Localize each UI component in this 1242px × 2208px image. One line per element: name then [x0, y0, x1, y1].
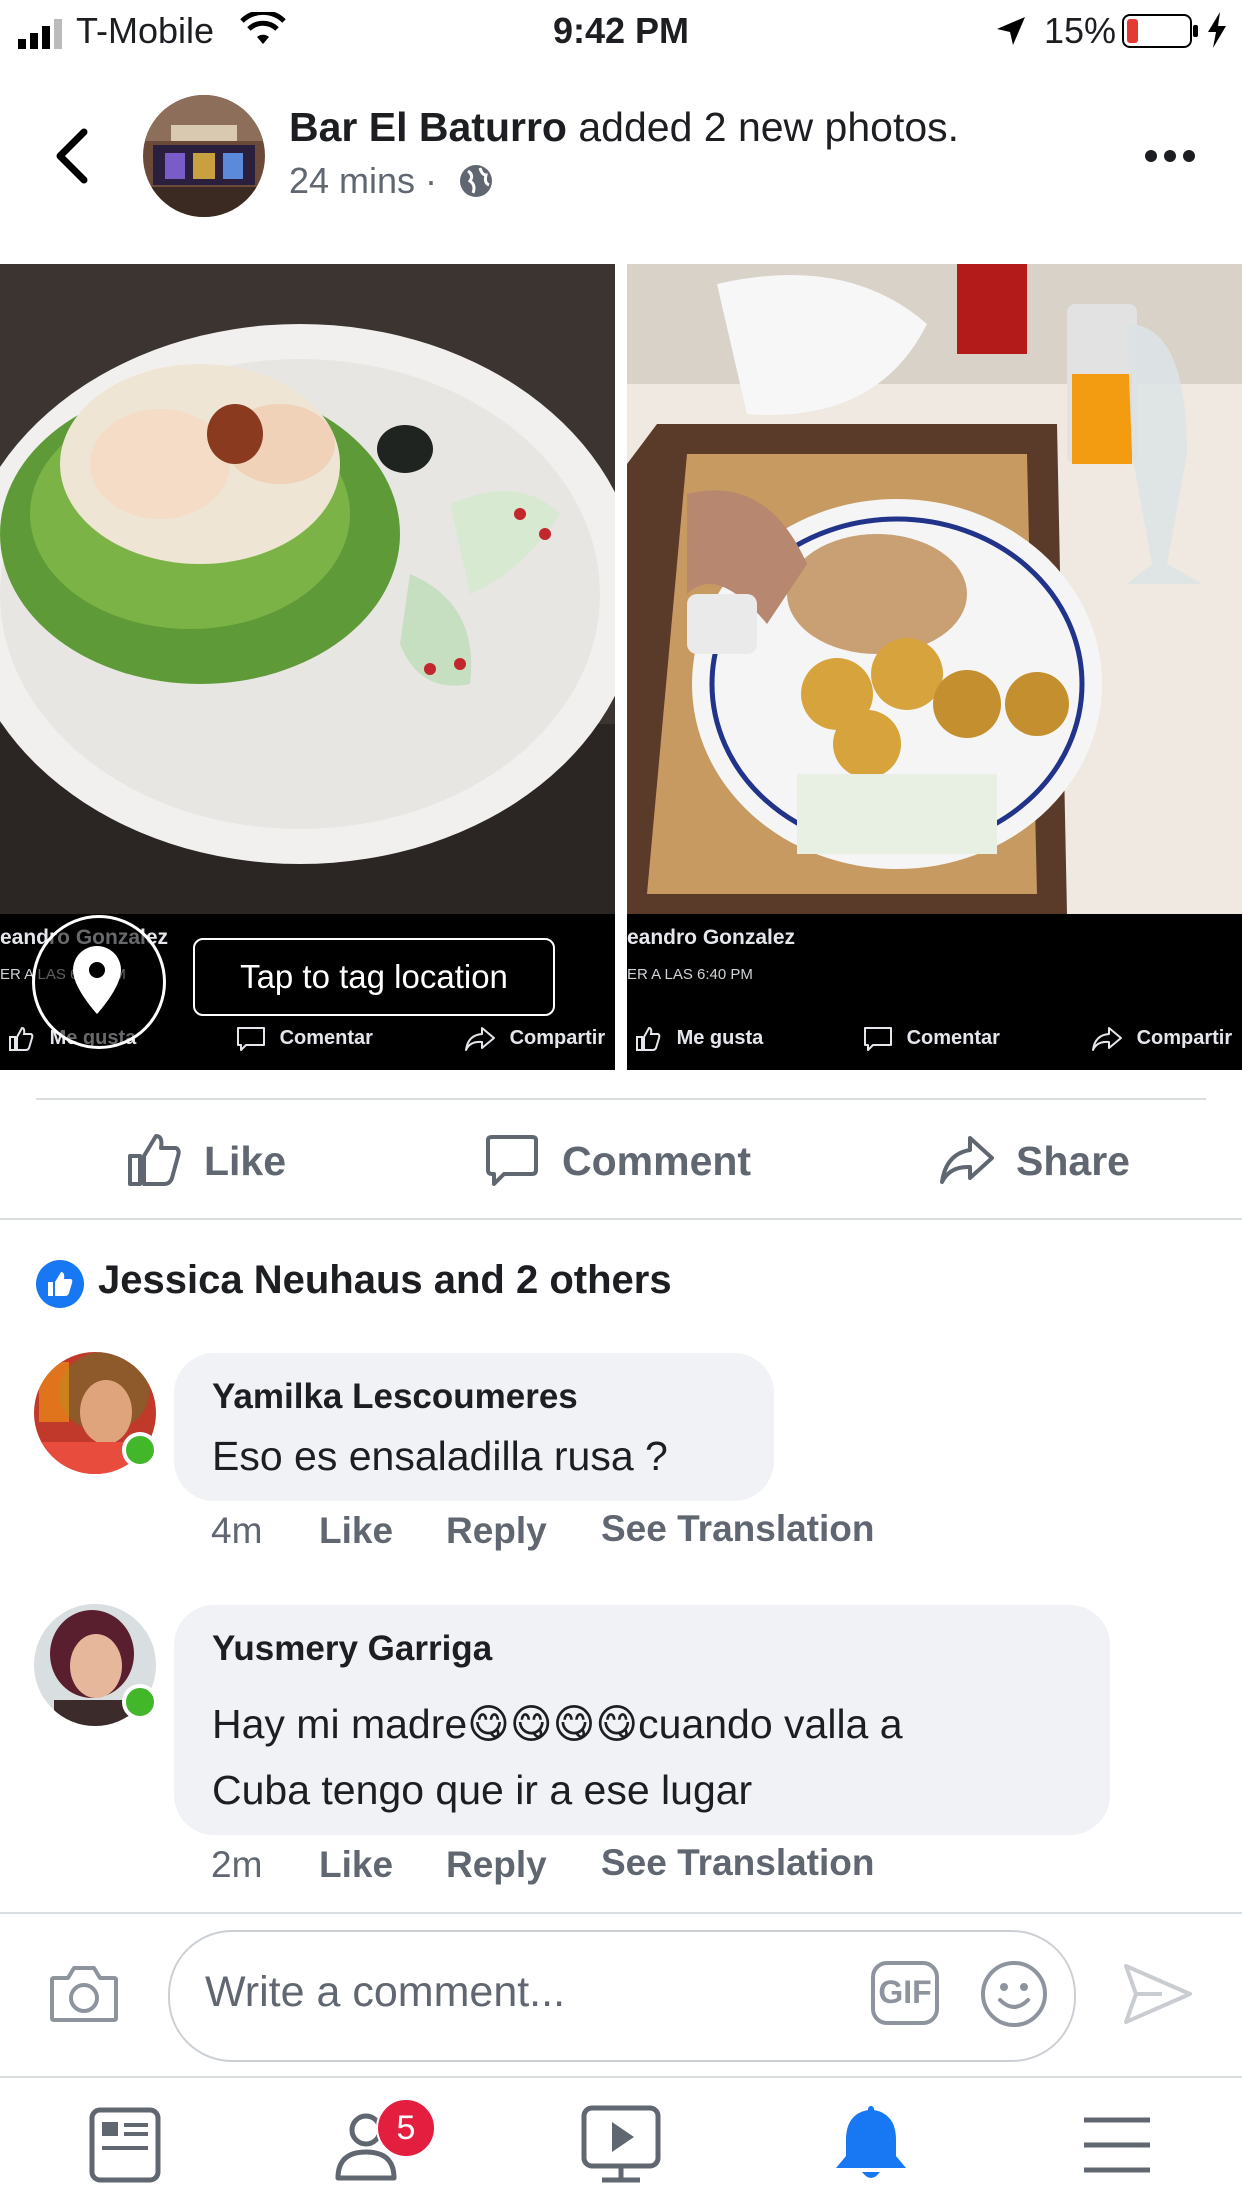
- comment-text-line: Cuba tengo que ir a ese lugar: [212, 1767, 753, 1813]
- share-arrow-icon: [1091, 1026, 1123, 1052]
- thumb-icon: [635, 1026, 661, 1052]
- photo-2-overlay-actions: Me gusta Comentar Compartir: [627, 1014, 1242, 1070]
- back-icon[interactable]: [50, 128, 92, 184]
- gif-label: GIF: [878, 1974, 932, 2010]
- photo-1-overlay-comment: Comentar: [236, 1026, 373, 1052]
- post-meta: 24 mins ·: [289, 160, 437, 202]
- post-action-text: added 2 new photos.: [578, 104, 960, 150]
- reactions-summary[interactable]: Jessica Neuhaus and 2 others: [98, 1258, 672, 1303]
- comment-input-placeholder: Write a comment...: [205, 1968, 566, 2016]
- divider-actions: [0, 1218, 1242, 1220]
- share-icon: [938, 1134, 996, 1186]
- thumb-icon: [8, 1026, 34, 1052]
- comment-bubble[interactable]: Yusmery Garriga Hay mi madre😋😋😋😋cuando v…: [174, 1605, 1110, 1835]
- photo-2-overlay-date: ER A LAS 6:40 PM: [627, 966, 753, 983]
- location-pin-icon: [69, 944, 125, 1016]
- online-indicator: [122, 1684, 158, 1720]
- like-reaction-icon: [36, 1260, 84, 1308]
- comment-button[interactable]: Comment: [484, 1130, 784, 1190]
- send-icon[interactable]: [1122, 1962, 1194, 2026]
- watch-icon[interactable]: [566, 2100, 676, 2190]
- see-translation-link[interactable]: See Translation: [601, 1842, 875, 1884]
- comment-text-line: Hay mi madre😋😋😋😋cuando valla a: [212, 1701, 903, 1747]
- globe-icon: [458, 163, 494, 199]
- share-arrow-icon: [464, 1026, 496, 1052]
- photo-2-overlay-name: eandro Gonzalez: [627, 926, 796, 949]
- news-feed-icon[interactable]: [70, 2100, 180, 2190]
- tag-location-button[interactable]: [32, 915, 166, 1049]
- photo-2-embedded-footer: eandro Gonzalez ER A LAS 6:40 PM Me gust…: [627, 914, 1242, 1070]
- location-arrow-icon: [995, 14, 1027, 46]
- page-avatar[interactable]: [143, 95, 265, 217]
- photo-2-overlay-like: Me gusta: [635, 1026, 763, 1052]
- photo-2-overlay-share: Compartir: [1091, 1026, 1232, 1052]
- share-button[interactable]: Share: [938, 1130, 1178, 1190]
- photo-1-overlay-share: Compartir: [464, 1026, 605, 1052]
- more-icon[interactable]: [1144, 148, 1196, 164]
- comment-time: 4m: [211, 1510, 263, 1551]
- charging-icon: [1206, 12, 1228, 48]
- like-icon: [126, 1132, 182, 1188]
- online-indicator: [122, 1432, 158, 1468]
- comment-bubble[interactable]: Yamilka Lescoumeres Eso es ensaladilla r…: [174, 1353, 774, 1501]
- comment-label: Comment: [562, 1138, 752, 1184]
- comment-reply-link[interactable]: Reply: [446, 1510, 547, 1552]
- page-name-link[interactable]: Bar El Baturro: [289, 104, 567, 150]
- see-translation-link[interactable]: See Translation: [601, 1508, 875, 1550]
- status-bar: T-Mobile 9:42 PM 15%: [0, 0, 1242, 62]
- like-button[interactable]: Like: [126, 1130, 346, 1190]
- photo-2-overlay-comment: Comentar: [863, 1026, 1000, 1052]
- photo-2[interactable]: eandro Gonzalez ER A LAS 6:40 PM Me gust…: [627, 264, 1242, 1070]
- comment-text: Eso es ensaladilla rusa ?: [212, 1433, 668, 1479]
- battery-icon: [1122, 14, 1200, 48]
- comment-time: 2m: [211, 1844, 263, 1885]
- divider-tabbar: [0, 2076, 1242, 2078]
- menu-icon[interactable]: [1062, 2100, 1172, 2190]
- comment-author[interactable]: Yamilka Lescoumeres: [212, 1377, 578, 1417]
- comment-author[interactable]: Yusmery Garriga: [212, 1629, 492, 1669]
- comment-text: Hay mi madre😋😋😋😋cuando valla a Cuba teng…: [212, 1691, 903, 1823]
- emoji-icon[interactable]: [980, 1960, 1048, 2028]
- camera-icon[interactable]: [48, 1962, 120, 2024]
- divider-composer: [0, 1912, 1242, 1914]
- divider-top: [36, 1098, 1206, 1100]
- gif-icon[interactable]: GIF: [870, 1960, 940, 2026]
- tag-location-tooltip[interactable]: Tap to tag location: [193, 938, 555, 1016]
- like-label: Like: [204, 1138, 287, 1184]
- comment-like-link[interactable]: Like: [319, 1844, 393, 1886]
- comment-like-link[interactable]: Like: [319, 1510, 393, 1552]
- battery-percent: 15%: [1044, 10, 1117, 51]
- comment-reply-link[interactable]: Reply: [446, 1844, 547, 1886]
- comment-icon: [484, 1134, 540, 1188]
- comment-bubble-icon: [863, 1026, 893, 1052]
- share-label: Share: [1016, 1138, 1130, 1184]
- post-time[interactable]: 24 mins ·: [289, 160, 437, 201]
- post-title: Bar El Baturro added 2 new photos.: [289, 104, 959, 151]
- bell-icon[interactable]: [816, 2100, 926, 2190]
- comment-bubble-icon: [236, 1026, 266, 1052]
- friends-badge: 5: [376, 2098, 436, 2158]
